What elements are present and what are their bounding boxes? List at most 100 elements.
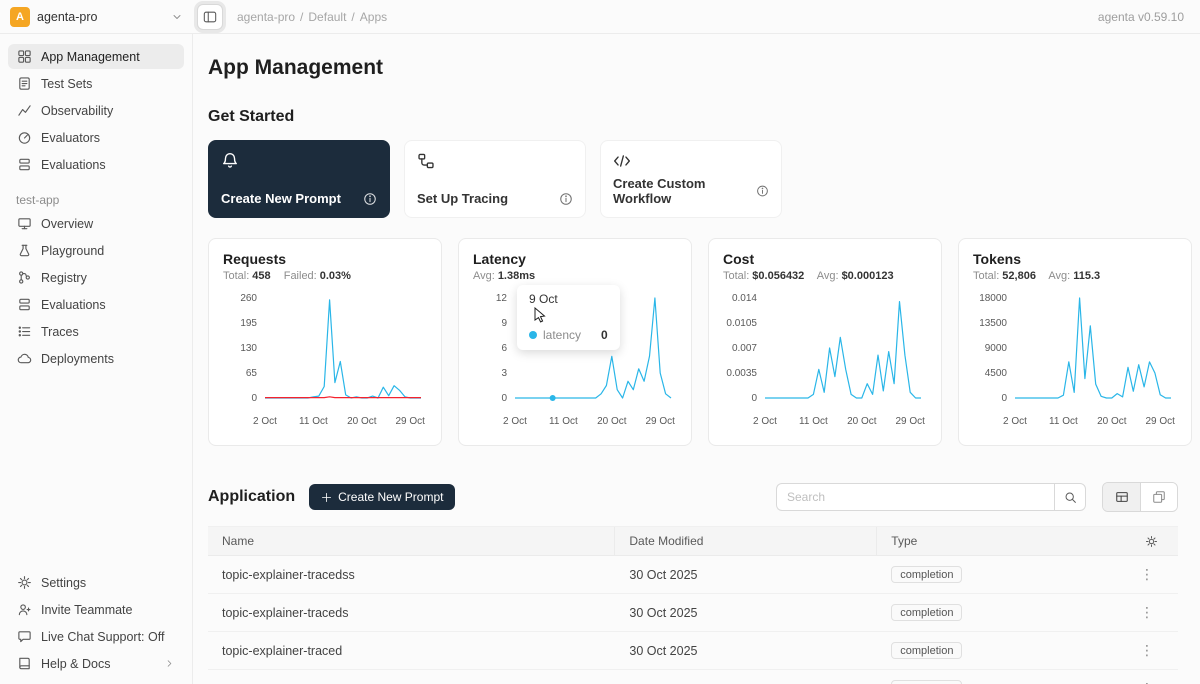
column-settings[interactable] [1110,528,1178,555]
type-badge: completion [891,642,962,659]
sidebar-toggle-button[interactable] [197,4,223,30]
stack-icon [17,297,32,312]
column-header-name[interactable]: Name [208,527,615,555]
sidebar-item-label: Evaluations [41,158,106,172]
sidebar-item-playground[interactable]: Playground [8,238,184,263]
card-view-button[interactable] [1140,483,1177,511]
stat-card-cost: Cost Total:$0.056432 Avg:$0.000123 00.00… [708,238,942,446]
requests-chart[interactable]: 0651301952602 Oct11 Oct20 Oct29 Oct [223,288,427,430]
breadcrumb-workspace[interactable]: agenta-pro [237,10,295,24]
table-view-button[interactable] [1103,483,1140,511]
version-label: agenta v0.59.10 [1098,10,1200,24]
sidebar-item-label: Evaluations [41,298,106,312]
app-date: 30 Oct 2025 [615,596,877,630]
book-icon [17,656,32,671]
tooltip-series: latency [543,328,581,342]
sidebar-item-settings[interactable]: Settings [8,570,184,595]
sidebar-item-invite-teammate[interactable]: Invite Teammate [8,597,184,622]
card-label: Create Custom Workflow [613,176,756,206]
table-row[interactable]: topic-explainer-traceds 30 Oct 2025 comp… [208,594,1178,632]
sidebar-item-help-docs[interactable]: Help & Docs [8,651,184,676]
tokens-chart[interactable]: 04500900013500180002 Oct11 Oct20 Oct29 O… [973,288,1177,430]
apps-table: Name Date Modified Type topic-explainer-… [208,526,1178,684]
cost-chart[interactable]: 00.00350.0070.01050.0142 Oct11 Oct20 Oct… [723,288,927,430]
info-icon[interactable] [559,192,573,206]
workspace-name: agenta-pro [37,10,164,24]
card-label: Set Up Tracing [417,191,508,206]
breadcrumb-page[interactable]: Apps [360,10,387,24]
row-menu-button[interactable]: ⋮ [1136,642,1158,659]
sidebar-item-app-management[interactable]: App Management [8,44,184,69]
stat-card-stats: Total:458 Failed:0.03% [223,270,427,282]
sidebar-item-registry[interactable]: Registry [8,265,184,290]
branch-icon [17,270,32,285]
application-heading: Application [208,488,295,506]
sidebar-item-deployments[interactable]: Deployments [8,346,184,371]
flask-icon [17,243,32,258]
sidebar-item-observability[interactable]: Observability [8,98,184,123]
gear-icon [17,575,32,590]
column-header-type[interactable]: Type [877,527,1110,555]
breadcrumb-project[interactable]: Default [308,10,346,24]
svg-text:2 Oct: 2 Oct [503,416,527,427]
svg-text:0.014: 0.014 [732,293,757,304]
topbar: A agenta-pro agenta-pro/ Default/ Apps a… [0,0,1200,34]
sidebar-item-overview[interactable]: Overview [8,211,184,236]
stat-card-title: Latency [473,251,677,267]
app-name: topic-explainer-traceds [208,596,615,630]
gear-icon [1145,535,1158,548]
svg-text:130: 130 [240,343,257,354]
table-row[interactable]: career-assessment 27 Oct 2025 completion… [208,670,1178,684]
create-custom-workflow-card[interactable]: Create Custom Workflow [600,140,782,218]
sidebar-item-label: Deployments [41,352,114,366]
svg-text:20 Oct: 20 Oct [347,416,377,427]
stat-card-latency: Latency Avg:1.38ms 0369122 Oct11 Oct20 O… [458,238,692,446]
info-icon[interactable] [363,192,377,206]
svg-text:29 Oct: 29 Oct [896,416,926,427]
document-icon [17,76,32,91]
sidebar-item-traces[interactable]: Traces [8,319,184,344]
column-header-date-modified[interactable]: Date Modified [615,527,877,555]
info-icon[interactable] [756,184,769,198]
panel-left-icon [203,10,217,24]
sidebar-item-app-evaluations[interactable]: Evaluations [8,292,184,317]
row-menu-button[interactable]: ⋮ [1136,680,1158,684]
view-toggle [1102,482,1178,512]
row-menu-button[interactable]: ⋮ [1136,604,1158,621]
search-input[interactable] [776,483,1054,511]
sidebar-item-evaluations[interactable]: Evaluations [8,152,184,177]
table-row[interactable]: topic-explainer-traced 30 Oct 2025 compl… [208,632,1178,670]
app-date: 27 Oct 2025 [615,672,877,684]
set-up-tracing-card[interactable]: Set Up Tracing [404,140,586,218]
svg-text:20 Oct: 20 Oct [847,416,877,427]
sidebar-item-label: Playground [41,244,104,258]
chat-bubble-icon [17,629,32,644]
sidebar-item-evaluators[interactable]: Evaluators [8,125,184,150]
mouse-cursor-icon [533,307,547,323]
bell-icon [221,152,239,170]
sidebar-item-label: App Management [41,50,140,64]
chart-svg: 04500900013500180002 Oct11 Oct20 Oct29 O… [973,288,1177,430]
svg-text:0: 0 [1001,393,1007,404]
workspace-selector[interactable]: A agenta-pro [10,7,183,27]
svg-text:6: 6 [501,343,507,354]
svg-text:29 Oct: 29 Oct [646,416,676,427]
create-new-prompt-card[interactable]: Create New Prompt [208,140,390,218]
sidebar-item-label: Registry [41,271,87,285]
svg-text:0: 0 [251,393,257,404]
stat-card-stats: Total:52,806 Avg:115.3 [973,270,1177,282]
search-button[interactable] [1054,483,1086,511]
chart-svg: 0651301952602 Oct11 Oct20 Oct29 Oct [223,288,427,430]
sidebar-item-live-chat-support[interactable]: Live Chat Support: Off [8,624,184,649]
create-new-prompt-button[interactable]: Create New Prompt [309,484,455,510]
table-row[interactable]: topic-explainer-tracedss 30 Oct 2025 com… [208,556,1178,594]
cloud-icon [17,351,32,366]
main-content: App Management Get Started Create New Pr… [193,34,1200,684]
sidebar-item-test-sets[interactable]: Test Sets [8,71,184,96]
user-add-icon [17,602,32,617]
row-menu-button[interactable]: ⋮ [1136,566,1158,583]
layers-icon [17,157,32,172]
svg-text:0: 0 [751,393,757,404]
svg-text:29 Oct: 29 Oct [1146,416,1176,427]
search-icon [1064,491,1077,504]
